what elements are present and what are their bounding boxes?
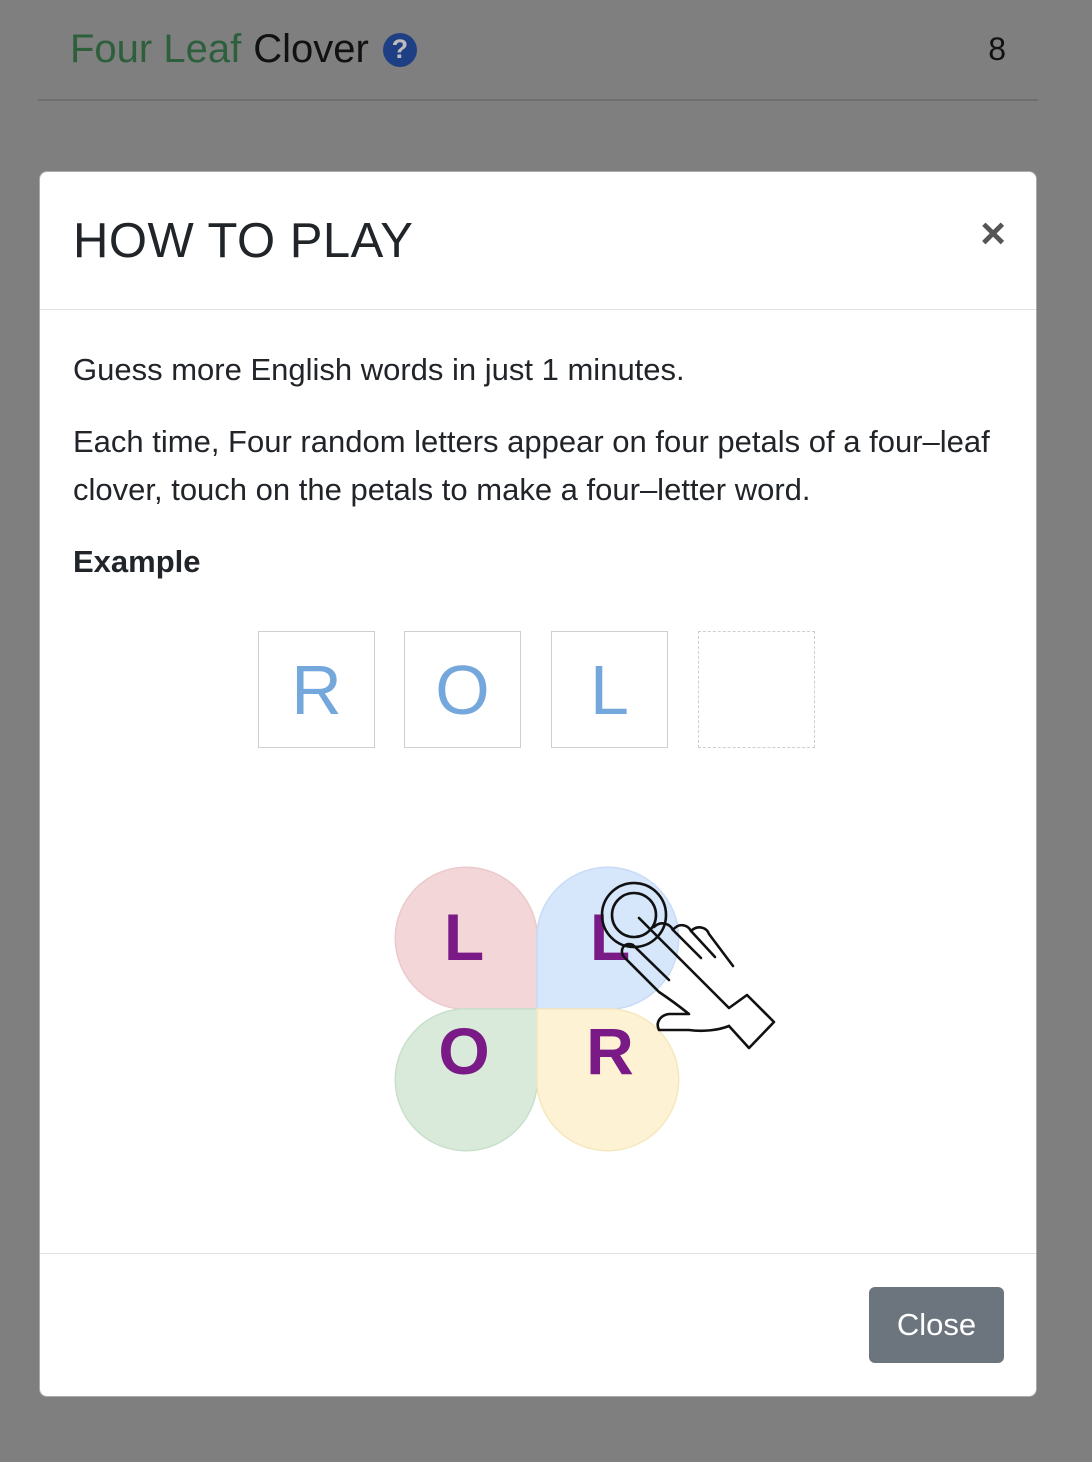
modal-header: HOW TO PLAY ×	[40, 172, 1036, 310]
app-title: Four Leaf Clover ?	[70, 27, 417, 72]
app-title-plain: Clover	[253, 27, 369, 71]
how-to-play-modal: HOW TO PLAY × Guess more English words i…	[39, 171, 1037, 1397]
answer-slot: R	[258, 631, 375, 748]
clover-illustration: L L O R	[394, 866, 776, 1152]
petal-letter: R	[586, 1014, 634, 1088]
question-circle-icon[interactable]: ?	[382, 32, 417, 67]
answer-slots: R O L	[73, 580, 1003, 758]
close-icon[interactable]: ×	[980, 211, 1006, 256]
app-title-green: Four Leaf	[70, 27, 242, 71]
app-header: Four Leaf Clover ? 8	[38, 0, 1038, 101]
intro-text: Guess more English words in just 1 minut…	[73, 352, 685, 387]
answer-slot: L	[551, 631, 668, 748]
petal-letter: O	[438, 1014, 489, 1088]
score: 8	[988, 31, 1006, 67]
answer-slot-empty	[698, 631, 815, 748]
modal-title: HOW TO PLAY	[73, 213, 414, 268]
modal-body: Guess more English words in just 1 minut…	[40, 310, 1036, 758]
modal-footer: Close	[40, 1253, 1036, 1396]
answer-slot: O	[404, 631, 521, 748]
instructions-text: Each time, Four random letters appear on…	[73, 424, 990, 507]
example-heading: Example	[73, 544, 201, 579]
petal-letter: L	[444, 900, 484, 974]
close-button[interactable]: Close	[869, 1287, 1004, 1363]
